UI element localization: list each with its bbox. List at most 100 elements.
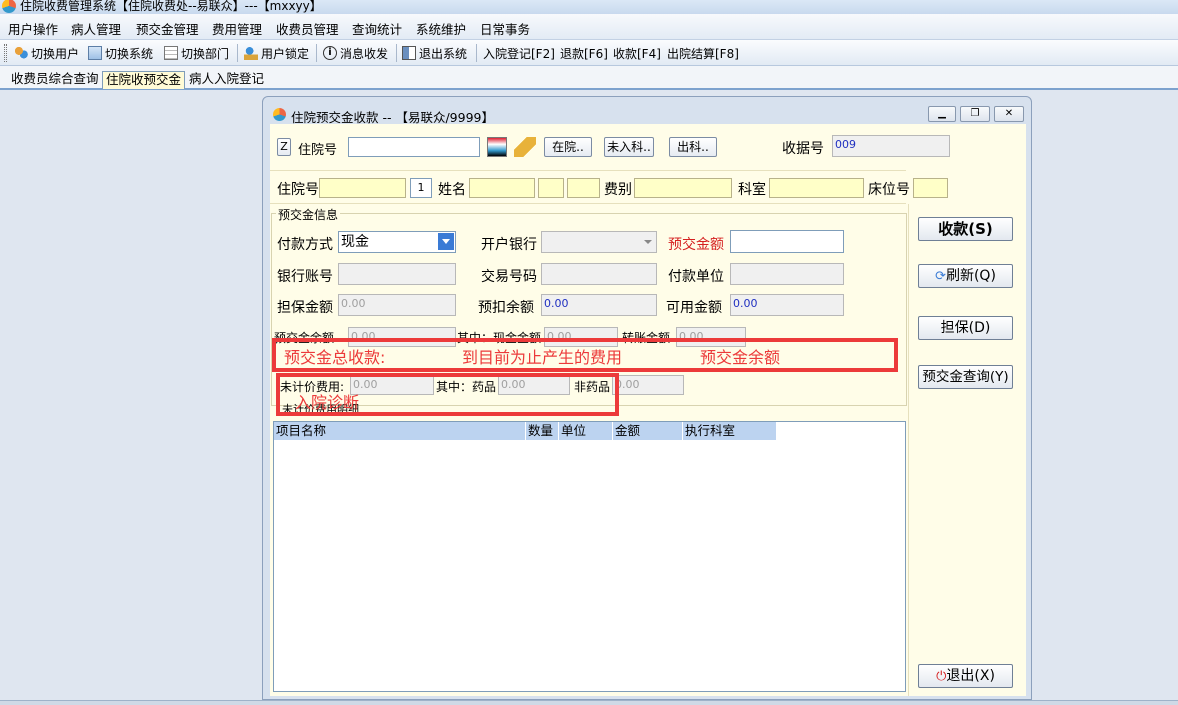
close-button[interactable]: ✕ bbox=[994, 106, 1024, 122]
toolbar-separator bbox=[476, 44, 477, 62]
charge-button[interactable]: 收款[F4] bbox=[613, 44, 661, 62]
unbilled-drug-label: 其中：药品 bbox=[436, 380, 497, 394]
collect-button[interactable]: 收款(S) bbox=[918, 217, 1013, 241]
not-admitted-button[interactable]: 未入科.. bbox=[604, 137, 654, 157]
switch-user-button[interactable]: 切换用户 bbox=[14, 44, 79, 62]
unbilled-fee-field: 0.00 bbox=[350, 375, 434, 395]
patient-name-label: 姓名 bbox=[438, 182, 466, 198]
app-title: 住院收费管理系统【住院收费处--易联众】---【mxxyy】 bbox=[20, 0, 322, 13]
receipt-no-field: 009 bbox=[832, 135, 950, 157]
col-exec-dept[interactable]: 执行科室 bbox=[683, 422, 776, 440]
menu-patient-mgmt[interactable]: 病人管理 bbox=[71, 19, 121, 38]
fee-type-field bbox=[634, 178, 732, 198]
dept-field bbox=[769, 178, 864, 198]
patient-inpatient-no-field bbox=[319, 178, 406, 198]
refresh-icon: ⟳ bbox=[935, 269, 946, 284]
prepay-amount-input[interactable] bbox=[730, 230, 844, 253]
admission-label: 入院登记[F2] bbox=[483, 46, 555, 61]
available-amount-label: 可用金额 bbox=[666, 300, 722, 316]
switch-user-label: 切换用户 bbox=[31, 46, 80, 61]
patient-sex-field bbox=[538, 178, 564, 198]
withhold-balance-label: 预扣余额 bbox=[478, 300, 534, 316]
chevron-down-icon bbox=[438, 233, 454, 250]
unbilled-nondrug-field: 0.00 bbox=[612, 375, 684, 395]
dept-label: 科室 bbox=[738, 182, 766, 198]
menu-fee-mgmt[interactable]: 费用管理 bbox=[212, 19, 262, 38]
info-icon: i bbox=[323, 46, 337, 60]
system-icon bbox=[88, 46, 102, 60]
switch-dept-button[interactable]: 切换部门 bbox=[164, 44, 229, 62]
prepay-amount-label: 预交金额 bbox=[668, 237, 724, 253]
tab-prepay-collect[interactable]: 住院收预交金 bbox=[102, 71, 186, 89]
bank-select[interactable] bbox=[541, 231, 657, 253]
exit-door-icon bbox=[402, 46, 416, 60]
exit-button[interactable]: ⏻退出(X) bbox=[918, 664, 1013, 688]
bank-account-label: 银行账号 bbox=[277, 269, 333, 285]
discharge-button[interactable]: 出院结算[F8] bbox=[667, 44, 739, 62]
guarantee-button[interactable]: 担保(D) bbox=[918, 316, 1013, 340]
power-icon: ⏻ bbox=[936, 669, 947, 684]
transfer-amount-label: 转账金额 bbox=[622, 331, 671, 345]
refund-label: 退款[F6] bbox=[560, 46, 608, 61]
col-item-name[interactable]: 项目名称 bbox=[274, 422, 526, 440]
pay-method-select[interactable]: 现金 bbox=[338, 231, 456, 253]
inpatient-no-search-input[interactable] bbox=[348, 137, 480, 157]
user-lock-icon bbox=[244, 46, 258, 60]
discharged-button[interactable]: 出科.. bbox=[669, 137, 717, 157]
exit-label: 退出(X) bbox=[946, 668, 995, 684]
toolbar: 切换用户 切换系统 切换部门 用户锁定 i 消息收发 退出系统 入院登记[F2]… bbox=[0, 40, 1178, 66]
bank-account-field[interactable] bbox=[338, 263, 456, 285]
menu-user-ops[interactable]: 用户操作 bbox=[8, 19, 58, 38]
trans-no-field[interactable] bbox=[541, 263, 657, 285]
messages-button[interactable]: i 消息收发 bbox=[323, 44, 388, 62]
broom-clear-icon[interactable] bbox=[514, 137, 536, 157]
refresh-button[interactable]: ⟳刷新(Q) bbox=[918, 264, 1013, 288]
lock-user-label: 用户锁定 bbox=[261, 46, 310, 61]
bed-no-label: 床位号 bbox=[868, 182, 910, 198]
annotation-prepay-balance: 预交金余额 bbox=[700, 348, 781, 367]
app-title-bar: 住院收费管理系统【住院收费处--易联众】---【mxxyy】 bbox=[0, 0, 1178, 14]
fee-type-label: 费别 bbox=[604, 182, 632, 198]
switch-dept-label: 切换部门 bbox=[181, 46, 230, 61]
refresh-label: 刷新(Q) bbox=[945, 268, 996, 284]
bank-label: 开户银行 bbox=[481, 237, 537, 253]
status-bar bbox=[0, 700, 1178, 705]
unbilled-fee-grid[interactable]: 项目名称 数量 单位 金额 执行科室 bbox=[273, 421, 906, 692]
prepay-info-title: 预交金信息 bbox=[276, 206, 341, 223]
maximize-button[interactable]: ❐ bbox=[960, 106, 990, 122]
patient-seq-field[interactable]: 1 bbox=[410, 178, 432, 198]
switch-system-button[interactable]: 切换系统 bbox=[88, 44, 153, 62]
tab-admission[interactable]: 病人入院登记 bbox=[186, 71, 267, 89]
department-icon bbox=[164, 46, 178, 60]
z-toggle-button[interactable]: Z bbox=[277, 138, 291, 156]
exit-system-label: 退出系统 bbox=[419, 46, 468, 61]
exit-system-button[interactable]: 退出系统 bbox=[402, 44, 467, 62]
bed-no-field bbox=[913, 178, 948, 198]
in-hospital-button[interactable]: 在院.. bbox=[544, 137, 592, 157]
menu-query-stats[interactable]: 查询统计 bbox=[352, 19, 402, 38]
menu-cashier-mgmt[interactable]: 收费员管理 bbox=[276, 19, 339, 38]
users-icon bbox=[14, 46, 28, 60]
menu-system-maint[interactable]: 系统维护 bbox=[416, 19, 466, 38]
messages-label: 消息收发 bbox=[340, 46, 389, 61]
tab-cashier-query[interactable]: 收费员综合查询 bbox=[8, 71, 102, 89]
guarantee-amount-label: 担保金额 bbox=[277, 300, 333, 316]
admission-button[interactable]: 入院登记[F2] bbox=[483, 44, 555, 62]
col-amount[interactable]: 金额 bbox=[613, 422, 683, 440]
minimize-button[interactable]: ▁ bbox=[928, 106, 956, 122]
guarantee-amount-field: 0.00 bbox=[338, 294, 456, 316]
col-quantity[interactable]: 数量 bbox=[526, 422, 559, 440]
col-unit[interactable]: 单位 bbox=[559, 422, 613, 440]
card-reader-icon[interactable] bbox=[487, 137, 507, 157]
prepay-query-button[interactable]: 预交金查询(Y) bbox=[918, 365, 1013, 389]
chevron-down-icon bbox=[644, 240, 652, 244]
toolbar-grip[interactable] bbox=[4, 44, 7, 62]
menu-prepay-mgmt[interactable]: 预交金管理 bbox=[136, 19, 199, 38]
unbilled-drug-field: 0.00 bbox=[498, 375, 570, 395]
payer-unit-field[interactable] bbox=[730, 263, 844, 285]
patient-age-field bbox=[567, 178, 600, 198]
close-icon: ✕ bbox=[1004, 108, 1014, 119]
refund-button[interactable]: 退款[F6] bbox=[560, 44, 608, 62]
lock-user-button[interactable]: 用户锁定 bbox=[244, 44, 309, 62]
menu-daily-tasks[interactable]: 日常事务 bbox=[480, 19, 530, 38]
